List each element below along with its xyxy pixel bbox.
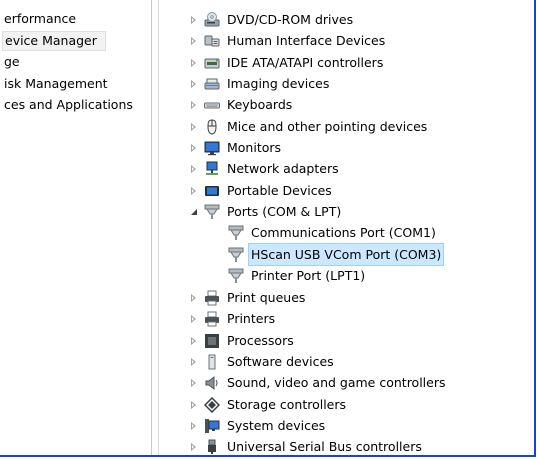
- tree-item-monitors[interactable]: Monitors: [188, 137, 283, 158]
- software-device-icon: [204, 354, 220, 370]
- tree-item-label: Imaging devices: [227, 76, 330, 91]
- tree-item-label: Print queues: [227, 290, 306, 305]
- expand-arrow-icon[interactable]: [188, 142, 200, 154]
- tree-item-label: Human Interface Devices: [227, 33, 386, 48]
- expand-arrow-icon[interactable]: [188, 185, 200, 197]
- expand-arrow-icon[interactable]: [188, 99, 200, 111]
- port-icon: [228, 268, 244, 284]
- expand-arrow-icon[interactable]: [188, 35, 200, 47]
- nav-item-label: erformance: [4, 11, 77, 26]
- tree-item-system-devices[interactable]: System devices: [188, 415, 327, 436]
- port-icon: [204, 204, 220, 220]
- nav-item-label: ge: [4, 54, 20, 69]
- tree-item-universal-serial-bus-controllers[interactable]: Universal Serial Bus controllers: [188, 436, 424, 457]
- expand-arrow-icon[interactable]: [188, 335, 200, 347]
- tree-item-label: DVD/CD-ROM drives: [227, 12, 354, 27]
- tree-item-label: Storage controllers: [227, 397, 347, 412]
- keyboard-icon: [204, 97, 220, 113]
- expand-arrow-icon[interactable]: [188, 57, 200, 69]
- expand-arrow-icon[interactable]: [188, 399, 200, 411]
- tree-item-label: Processors: [227, 333, 294, 348]
- tree-item-keyboards[interactable]: Keyboards: [188, 94, 294, 115]
- tree-item-label: Sound, video and game controllers: [227, 375, 446, 390]
- portable-device-icon: [204, 183, 220, 199]
- expand-arrow-icon[interactable]: [188, 420, 200, 432]
- tree-item-sound-video-game-controllers[interactable]: Sound, video and game controllers: [188, 372, 448, 393]
- expand-arrow-icon[interactable]: [188, 14, 200, 26]
- tree-item-human-interface-devices[interactable]: Human Interface Devices: [188, 30, 387, 51]
- tree-item-printers[interactable]: Printers: [188, 308, 277, 329]
- tree-item-ports-com-lpt[interactable]: Ports (COM & LPT): [188, 201, 343, 222]
- tree-item-label: Network adapters: [227, 161, 339, 176]
- tree-item-network-adapters[interactable]: Network adapters: [188, 158, 341, 179]
- expand-arrow-icon[interactable]: [188, 292, 200, 304]
- tree-item-label: Ports (COM & LPT): [227, 204, 342, 219]
- tree-item-label: Printer Port (LPT1): [251, 268, 366, 283]
- tree-item-mice-and-pointing-devices[interactable]: Mice and other pointing devices: [188, 116, 429, 137]
- network-adapter-icon: [204, 161, 220, 177]
- device-tree: DVD/CD-ROM drives Human Interface Device…: [160, 0, 532, 455]
- hid-icon: [204, 33, 220, 49]
- tree-item-label: Universal Serial Bus controllers: [227, 439, 422, 454]
- tree-item-dvd-cd-rom-drives[interactable]: DVD/CD-ROM drives: [188, 9, 355, 30]
- device-manager-window: erformance evice Manager ge isk Manageme…: [0, 0, 536, 457]
- tree-item-storage-controllers[interactable]: Storage controllers: [188, 394, 348, 415]
- collapse-arrow-icon[interactable]: [188, 206, 200, 218]
- expand-arrow-icon[interactable]: [188, 377, 200, 389]
- usb-icon: [204, 439, 220, 455]
- nav-item-label: ces and Applications: [4, 97, 133, 112]
- expand-arrow-icon[interactable]: [188, 356, 200, 368]
- pane-divider[interactable]: [151, 0, 152, 455]
- scanner-icon: [204, 76, 220, 92]
- port-icon: [228, 225, 244, 241]
- tree-item-label: Mice and other pointing devices: [227, 119, 428, 134]
- tree-item-label: Monitors: [227, 140, 282, 155]
- monitor-icon: [204, 140, 220, 156]
- tree-item-label: IDE ATA/ATAPI controllers: [227, 55, 384, 70]
- navigation-pane: erformance evice Manager ge isk Manageme…: [0, 0, 150, 455]
- expand-arrow-icon[interactable]: [188, 313, 200, 325]
- printer-icon: [204, 311, 220, 327]
- tree-item-hscan-usb-vcom-port-com3[interactable]: HScan USB VCom Port (COM3): [228, 243, 445, 266]
- nav-item-device-manager[interactable]: evice Manager: [2, 31, 106, 51]
- expand-arrow-icon[interactable]: [188, 441, 200, 453]
- port-icon: [228, 247, 244, 263]
- nav-item-storage[interactable]: ge: [2, 52, 22, 72]
- system-device-icon: [204, 418, 220, 434]
- optical-drive-icon: [204, 11, 220, 28]
- nav-item-label: evice Manager: [5, 33, 97, 48]
- tree-item-label: Software devices: [227, 354, 334, 369]
- tree-item-imaging-devices[interactable]: Imaging devices: [188, 73, 331, 94]
- tree-item-print-queues[interactable]: Print queues: [188, 287, 307, 308]
- nav-item-services-and-applications[interactable]: ces and Applications: [2, 95, 135, 115]
- pane-divider-inner: [158, 0, 159, 455]
- tree-item-label: Communications Port (COM1): [251, 225, 436, 240]
- print-queue-icon: [204, 290, 220, 306]
- nav-item-performance[interactable]: erformance: [2, 9, 78, 29]
- tree-item-processors[interactable]: Processors: [188, 330, 296, 351]
- ide-controller-icon: [204, 55, 220, 71]
- tree-item-label: HScan USB VCom Port (COM3): [247, 243, 445, 266]
- tree-item-portable-devices[interactable]: Portable Devices: [188, 180, 334, 201]
- expand-arrow-icon[interactable]: [188, 163, 200, 175]
- tree-item-software-devices[interactable]: Software devices: [188, 351, 336, 372]
- tree-item-printer-port-lpt1[interactable]: Printer Port (LPT1): [228, 265, 367, 286]
- tree-item-label: System devices: [227, 418, 326, 433]
- nav-item-disk-management[interactable]: isk Management: [2, 74, 110, 94]
- speaker-icon: [204, 375, 220, 391]
- tree-item-communications-port-com1[interactable]: Communications Port (COM1): [228, 222, 438, 243]
- mouse-icon: [204, 118, 220, 135]
- tree-item-label: Portable Devices: [227, 183, 332, 198]
- expand-arrow-icon[interactable]: [188, 121, 200, 133]
- expand-arrow-icon[interactable]: [188, 78, 200, 90]
- tree-item-label: Keyboards: [227, 97, 293, 112]
- tree-item-ide-ata-atapi-controllers[interactable]: IDE ATA/ATAPI controllers: [188, 52, 385, 73]
- nav-item-label: isk Management: [4, 76, 108, 91]
- tree-item-label: Printers: [227, 311, 276, 326]
- storage-controller-icon: [204, 396, 220, 413]
- processor-icon: [204, 333, 220, 349]
